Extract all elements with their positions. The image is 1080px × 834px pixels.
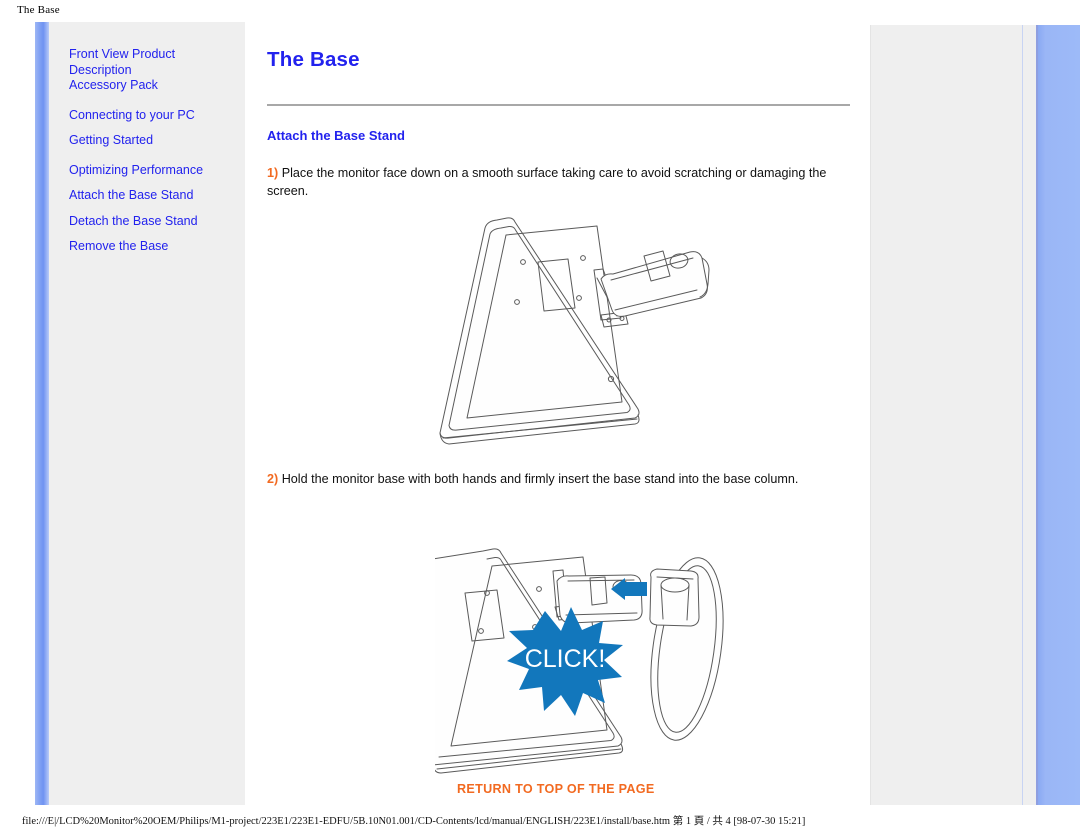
sidebar-item-front-view-product-description[interactable]: Front View Product Description <box>69 47 241 78</box>
step-2-text: Hold the monitor base with both hands an… <box>278 472 799 486</box>
sidebar-item-optimizing-performance[interactable]: Optimizing Performance <box>69 163 241 179</box>
sidebar-item-getting-started[interactable]: Getting Started <box>69 133 241 149</box>
click-badge-label: CLICK! <box>525 645 606 673</box>
title-divider <box>267 104 850 106</box>
sidebar-item-detach-the-base-stand[interactable]: Detach the Base Stand <box>69 214 241 230</box>
step-2: 2) Hold the monitor base with both hands… <box>267 470 853 488</box>
sidebar-item-connecting-to-your-pc[interactable]: Connecting to your PC <box>69 108 241 124</box>
right-panel <box>870 25 1023 805</box>
sidebar-item-accessory-pack[interactable]: Accessory Pack <box>69 78 241 94</box>
document-page: Front View Product Description Accessory… <box>0 22 1080 808</box>
sidebar: Front View Product Description Accessory… <box>49 22 245 805</box>
return-to-top-link[interactable]: RETURN TO TOP OF THE PAGE <box>457 782 655 796</box>
sidebar-nav: Front View Product Description Accessory… <box>69 47 241 255</box>
status-bar-path: file:///E|/LCD%20Monitor%20OEM/Philips/M… <box>22 816 806 827</box>
step-1-text: Place the monitor face down on a smooth … <box>267 166 827 198</box>
section-heading: Attach the Base Stand <box>267 128 405 143</box>
sidebar-item-remove-the-base[interactable]: Remove the Base <box>69 239 241 255</box>
sidebar-item-attach-the-base-stand[interactable]: Attach the Base Stand <box>69 188 241 204</box>
step-1: 1) Place the monitor face down on a smoo… <box>267 164 853 200</box>
main-content: The Base Attach the Base Stand 1) Place … <box>245 22 870 805</box>
step-1-number: 1) <box>267 166 279 180</box>
status-bar: file:///E|/LCD%20Monitor%20OEM/Philips/M… <box>0 808 1080 834</box>
figure-attach-base-click: CLICK! <box>435 548 724 774</box>
figure-monitor-face-down <box>439 217 710 445</box>
window-title: The Base <box>17 4 60 16</box>
right-accent-stripe <box>1038 25 1080 805</box>
left-accent-stripe <box>35 22 49 805</box>
step-2-number: 2) <box>267 472 279 486</box>
page-title: The Base <box>267 48 360 71</box>
